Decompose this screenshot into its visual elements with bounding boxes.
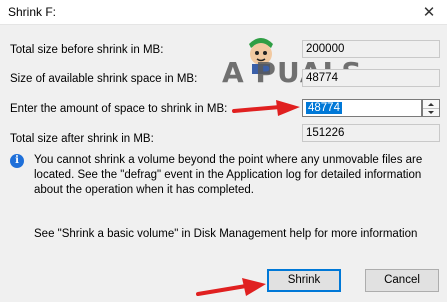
shrink-button[interactable]: Shrink [267,269,341,292]
chevron-down-icon [428,110,434,114]
cancel-button[interactable]: Cancel [365,269,439,292]
shrink-amount-input[interactable]: 48774 [302,99,422,117]
label-available-space: Size of available shrink space in MB: [10,73,198,85]
annotation-arrow-icon [232,100,300,116]
window-title: Shrink F: [8,5,57,19]
info-message: You cannot shrink a volume beyond the po… [34,154,423,196]
shrink-amount-spinner[interactable] [422,99,440,117]
spin-down-button[interactable] [423,108,439,116]
value-total-after: 151226 [302,124,440,142]
label-total-before: Total size before shrink in MB: [10,44,164,56]
title-bar: Shrink F: ✕ [0,0,447,25]
help-message: See "Shrink a basic volume" in Disk Mana… [34,228,418,240]
value-available-space: 48774 [302,69,440,87]
annotation-arrow-icon [196,278,266,296]
shrink-amount-value: 48774 [306,102,342,114]
info-icon: i [10,154,24,168]
value-total-before: 200000 [302,40,440,58]
label-shrink-amount: Enter the amount of space to shrink in M… [10,103,228,115]
chevron-up-icon [428,102,434,106]
close-icon[interactable]: ✕ [419,3,439,21]
label-total-after: Total size after shrink in MB: [10,133,154,145]
